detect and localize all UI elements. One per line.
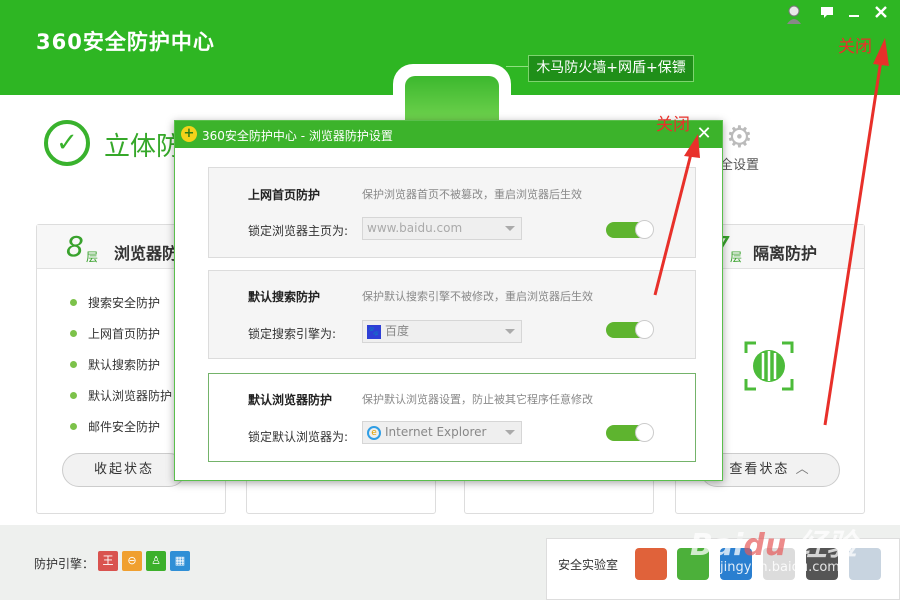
user-avatar-icon[interactable] bbox=[785, 4, 803, 24]
select-value: 百度 bbox=[385, 324, 410, 338]
chevron-down-icon bbox=[505, 226, 515, 231]
engine-icon-3[interactable]: ♙ bbox=[146, 551, 166, 571]
engine-icon-2[interactable]: ⊖ bbox=[122, 551, 142, 571]
select-value: www.baidu.com bbox=[367, 221, 463, 235]
chevron-down-icon bbox=[505, 430, 515, 435]
annotation-arrow-dialog bbox=[653, 134, 700, 296]
engine-label: 防护引擎： bbox=[34, 557, 95, 571]
default-browser-select[interactable]: e Internet Explorer bbox=[362, 421, 522, 444]
section-heading: 上网首页防护 bbox=[248, 188, 321, 202]
field-label: 锁定浏览器主页为: bbox=[248, 224, 349, 238]
lab-label: 安全实验室 bbox=[558, 558, 619, 572]
card-title: 浏览器防 bbox=[114, 244, 179, 263]
layer-unit: 层 bbox=[86, 250, 99, 264]
field-label: 锁定默认浏览器为: bbox=[248, 430, 349, 444]
section-desc: 保护默认浏览器设置，防止被其它程序任意修改 bbox=[362, 393, 593, 406]
minimize-icon[interactable] bbox=[845, 5, 863, 23]
isolation-icon bbox=[744, 341, 794, 391]
homepage-protection-panel bbox=[208, 167, 696, 258]
gear-icon[interactable]: ⚙ bbox=[726, 120, 753, 155]
collapse-status-button[interactable]: 收起状态 bbox=[62, 453, 186, 487]
watermark-logo: Baidu 经验 bbox=[690, 528, 857, 563]
feedback-icon[interactable] bbox=[818, 5, 836, 23]
ie-icon: e bbox=[367, 425, 381, 440]
dialog-title: 360安全防护中心 - 浏览器防护设置 bbox=[202, 129, 393, 143]
annotation-arrow-app bbox=[823, 38, 889, 426]
layer-unit: 层 bbox=[730, 250, 743, 264]
chevron-down-icon bbox=[505, 329, 515, 334]
watermark-url: jingyan.baidu.com bbox=[720, 560, 840, 575]
pill-label: 查看状态 bbox=[729, 462, 790, 477]
check-icon: ✓ bbox=[44, 120, 90, 166]
chevron-up-icon: ︿ bbox=[795, 462, 811, 477]
search-protection-panel bbox=[208, 270, 696, 359]
badge-connector bbox=[506, 66, 530, 67]
section-desc: 保护浏览器首页不被篡改，重启浏览器后生效 bbox=[362, 188, 582, 201]
app-title: 360安全防护中心 bbox=[36, 30, 215, 54]
field-label: 锁定搜索引擎为: bbox=[248, 327, 337, 341]
app-logo-icon: + bbox=[181, 126, 197, 142]
settings-link[interactable]: 全设置 bbox=[720, 154, 759, 173]
default-browser-toggle[interactable] bbox=[606, 423, 654, 442]
status-title: 立体防 bbox=[104, 132, 183, 162]
homepage-select[interactable]: www.baidu.com bbox=[362, 217, 522, 240]
close-icon[interactable] bbox=[872, 4, 890, 22]
engine-icon-4[interactable]: ▦ bbox=[170, 551, 190, 571]
card-title: 隔离防护 bbox=[753, 244, 818, 263]
lab-tool-icon[interactable] bbox=[635, 548, 667, 580]
section-heading: 默认搜索防护 bbox=[248, 290, 321, 304]
layer-count: 8 bbox=[66, 230, 84, 263]
select-value: Internet Explorer bbox=[385, 425, 487, 439]
trojan-firewall-badge[interactable]: 木马防火墙+网盾+保镖 bbox=[528, 55, 694, 82]
search-engine-toggle[interactable] bbox=[606, 320, 654, 339]
toggle-knob bbox=[635, 423, 654, 442]
toggle-knob bbox=[635, 320, 654, 339]
search-engine-select[interactable]: 🐾 百度 bbox=[362, 320, 522, 343]
engine-icon-1[interactable]: 王 bbox=[98, 551, 118, 571]
baidu-icon: 🐾 bbox=[367, 324, 381, 339]
default-browser-panel bbox=[208, 373, 696, 462]
section-heading: 默认浏览器防护 bbox=[248, 393, 333, 407]
section-desc: 保护默认搜索引擎不被修改，重启浏览器后生效 bbox=[362, 290, 593, 303]
